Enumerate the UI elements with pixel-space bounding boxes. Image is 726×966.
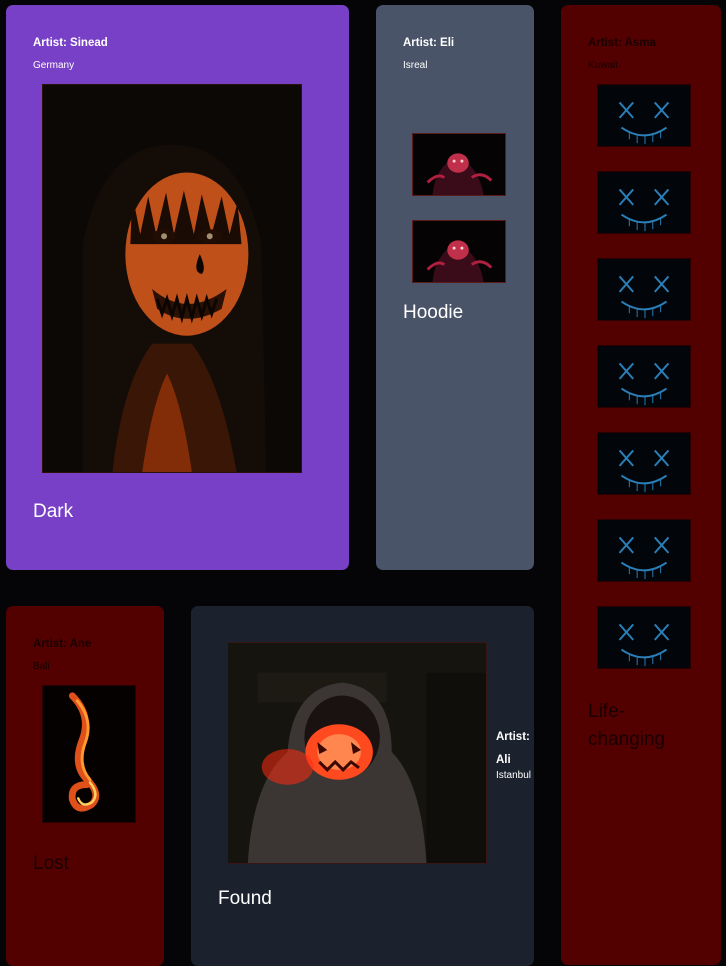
artist-name: Artist: Ali	[496, 731, 530, 766]
artwork-card-ali[interactable]: Artist: Ali Istanbul Found	[191, 606, 534, 966]
artwork-image-mask-3[interactable]	[597, 258, 691, 321]
artwork-title: Life-changing	[588, 701, 666, 750]
artist-name: Artist: Sinead	[33, 37, 108, 49]
artist-location: Istanbul	[496, 770, 532, 781]
artist-location: Germany	[33, 60, 75, 71]
red-hoodie-mask-icon	[413, 221, 505, 282]
neon-blue-mask-icon	[598, 259, 690, 320]
neon-blue-mask-icon	[598, 85, 690, 146]
artist-location: Kuwait	[588, 60, 619, 71]
artist-name: Artist: Eli	[403, 37, 455, 49]
artwork-image-hoodie-1[interactable]	[412, 133, 506, 196]
artwork-image-mask-5[interactable]	[597, 432, 691, 495]
neon-blue-mask-icon	[598, 520, 690, 581]
neon-blue-mask-icon	[598, 172, 690, 233]
artwork-title: Hoodie	[403, 302, 464, 323]
glowing-pumpkin-hoodie-icon	[228, 643, 486, 863]
artwork-title: Found	[218, 888, 272, 909]
artwork-image-fire[interactable]	[42, 685, 136, 823]
neon-blue-mask-icon	[598, 433, 690, 494]
artwork-image-mask-6[interactable]	[597, 519, 691, 582]
artist-name: Artist: Ane	[33, 638, 92, 650]
fire-swirl-icon	[43, 686, 135, 822]
artist-name: Artist: Asma	[588, 37, 656, 49]
artwork-card-sinead[interactable]: Artist: Sinead Germany Dark	[6, 5, 349, 570]
artwork-image-mask-2[interactable]	[597, 171, 691, 234]
neon-blue-mask-icon	[598, 607, 690, 668]
artwork-image-found[interactable]	[227, 642, 487, 864]
artwork-image-mask-4[interactable]	[597, 345, 691, 408]
artwork-card-asma[interactable]: Artist: Asma Kuwait Life-changing	[561, 5, 721, 965]
artwork-title: Lost	[33, 853, 69, 874]
artist-location: Isreal	[403, 60, 428, 71]
artist-location: Bali	[33, 661, 50, 672]
artwork-image-mask-1[interactable]	[597, 84, 691, 147]
neon-blue-mask-icon	[598, 346, 690, 407]
artwork-image-dark[interactable]	[42, 84, 302, 473]
artwork-card-eli[interactable]: Artist: Eli Isreal Hoodie	[376, 5, 534, 570]
pumpkin-face-painted-woman-icon	[43, 85, 301, 472]
artwork-image-mask-7[interactable]	[597, 606, 691, 669]
artwork-image-hoodie-2[interactable]	[412, 220, 506, 283]
artwork-title: Dark	[33, 501, 74, 522]
artwork-card-ane[interactable]: Artist: Ane Bali Lost	[6, 606, 164, 966]
red-hoodie-mask-icon	[413, 134, 505, 195]
